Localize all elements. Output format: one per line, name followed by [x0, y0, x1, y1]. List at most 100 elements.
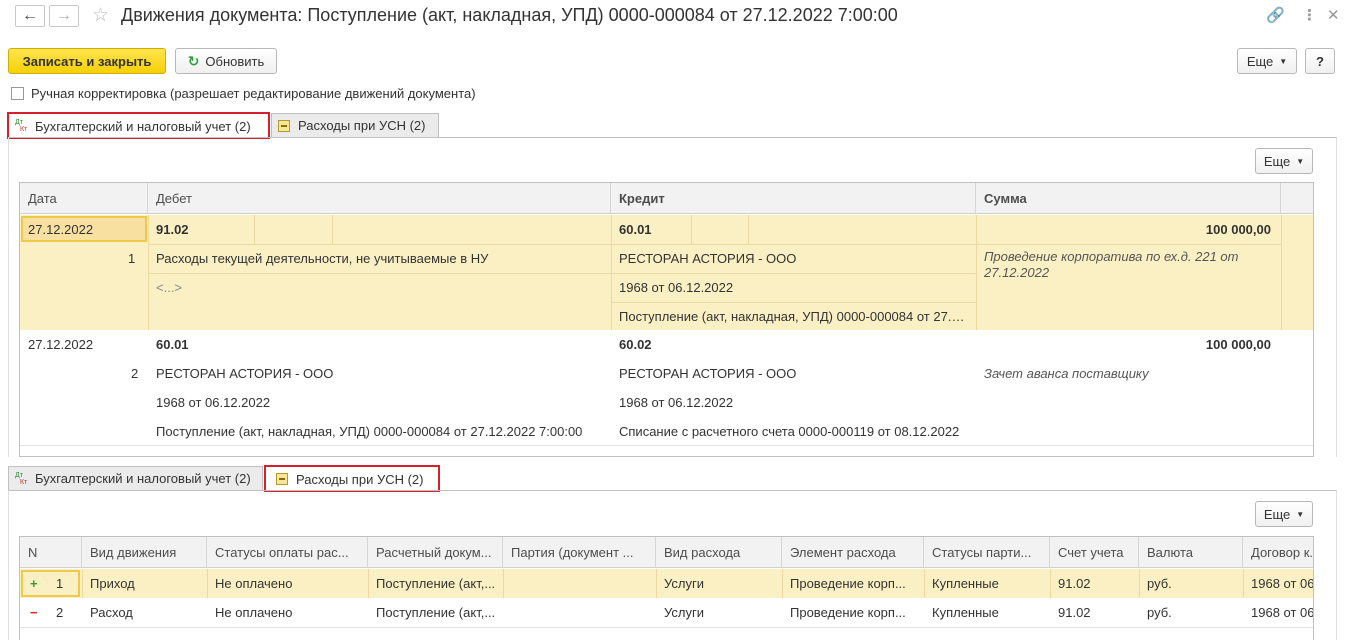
row1-credit-account: 60.01: [619, 222, 652, 237]
row1-debit-sub2: <...>: [156, 280, 183, 295]
usn-row2-contract: 1968 от 06: [1251, 605, 1314, 620]
usn-register-icon: [276, 473, 288, 485]
usn-row2-expense-type: Услуги: [664, 605, 704, 620]
title-bar: ← → ☆ Движения документа: Поступление (а…: [0, 0, 1346, 34]
row2-credit-sub1: РЕСТОРАН АСТОРИЯ - ООО: [619, 366, 797, 381]
tab-accounting[interactable]: Дт Кт Бухгалтерский и налоговый учет (2): [8, 466, 263, 490]
accounting-table[interactable]: Дата Дебет Кредит Сумма 27.12.2022 1 91.…: [19, 182, 1314, 457]
row1-credit-sub3: Поступление (акт, накладная, УПД) 0000-0…: [619, 309, 966, 324]
col-credit[interactable]: Кредит: [611, 183, 976, 214]
row1-debit-account: 91.02: [156, 222, 189, 237]
tab-bar-top: Дт Кт Бухгалтерский и налоговый учет (2) …: [7, 112, 441, 139]
arrow-left-icon: ←: [22, 7, 38, 24]
accounting-more-label: Еще: [1263, 153, 1291, 169]
tab-usn-expenses[interactable]: Расходы при УСН (2): [264, 465, 440, 492]
link-icon[interactable]: 🔗: [1266, 6, 1285, 24]
refresh-button[interactable]: ↻ Обновить: [175, 48, 277, 74]
more-button[interactable]: Еще ▼: [1237, 48, 1297, 74]
usn-row2-kind: Расход: [90, 605, 133, 620]
usn-row1-settlement-doc: Поступление (акт,...: [376, 576, 496, 591]
usn-row1-contract: 1968 от 06: [1251, 576, 1314, 591]
row2-date: 27.12.2022: [28, 337, 94, 352]
col-currency[interactable]: Валюта: [1139, 537, 1243, 568]
usn-row2-settlement-doc: Поступление (акт,...: [376, 605, 496, 620]
col-amount[interactable]: Сумма: [976, 183, 1281, 214]
help-button[interactable]: ?: [1305, 48, 1335, 74]
usn-row2-batch: [503, 598, 656, 627]
row1-content: Проведение корпоратива по ех.д. 221 от 2…: [984, 249, 1239, 280]
row1-date: 27.12.2022: [28, 222, 94, 237]
refresh-label: Обновить: [205, 53, 265, 69]
col-debit[interactable]: Дебет: [148, 183, 611, 214]
caret-down-icon: ▼: [1279, 56, 1288, 66]
usn-register-icon: [278, 119, 290, 132]
row1-number: 1: [128, 251, 136, 266]
accounting-more-button[interactable]: Еще ▼: [1255, 148, 1313, 174]
col-kind[interactable]: Вид движения: [82, 537, 207, 568]
usn-row2-account: 91.02: [1058, 605, 1091, 620]
usn-table[interactable]: N Вид движения Статусы оплаты рас... Рас…: [19, 536, 1314, 640]
row2-amount: 100 000,00: [1205, 337, 1271, 352]
caret-down-icon: ▼: [1296, 156, 1305, 166]
row2-number: 2: [131, 366, 139, 381]
usn-row1-expense-type: Услуги: [664, 576, 704, 591]
usn-row2-currency: руб.: [1147, 605, 1172, 620]
usn-more-label: Еще: [1263, 506, 1291, 522]
col-account[interactable]: Счет учета: [1050, 537, 1139, 568]
plus-icon: +: [30, 576, 38, 591]
row2-credit-sub2: 1968 от 06.12.2022: [619, 395, 734, 410]
tab-accounting[interactable]: Дт Кт Бухгалтерский и налоговый учет (2): [7, 112, 270, 139]
col-date[interactable]: Дата: [20, 183, 148, 214]
tab-accounting-label: Бухгалтерский и налоговый учет (2): [35, 471, 251, 486]
refresh-icon: ↻: [187, 52, 200, 69]
usn-row1-batch: [503, 569, 656, 598]
row2-content: Зачет аванса поставщику: [984, 366, 1149, 381]
usn-row2-batch-status: Купленные: [932, 605, 999, 620]
table-header: N Вид движения Статусы оплаты рас... Рас…: [20, 537, 1313, 568]
col-payment-status[interactable]: Статусы оплаты рас...: [207, 537, 368, 568]
row2-debit-sub2: 1968 от 06.12.2022: [156, 395, 271, 410]
col-batch[interactable]: Партия (документ ...: [503, 537, 656, 568]
arrow-right-icon: →: [56, 7, 72, 24]
row1-credit-sub2: 1968 от 06.12.2022: [619, 280, 734, 295]
manual-edit-row[interactable]: Ручная корректировка (разрешает редактир…: [11, 86, 476, 101]
col-n[interactable]: N: [20, 537, 82, 568]
usn-more-button[interactable]: Еще ▼: [1255, 501, 1313, 527]
usn-row1-expense-item: Проведение корп...: [790, 576, 906, 591]
tab-usn-expenses[interactable]: Расходы при УСН (2): [271, 113, 439, 137]
forward-button[interactable]: →: [49, 5, 79, 27]
caret-down-icon: ▼: [1296, 509, 1305, 519]
more-label: Еще: [1246, 53, 1274, 69]
row2-debit-account: 60.01: [156, 337, 189, 352]
table-header: Дата Дебет Кредит Сумма: [20, 183, 1313, 214]
usn-row1-payment-status: Не оплачено: [215, 576, 293, 591]
tab-accounting-label: Бухгалтерский и налоговый учет (2): [35, 118, 251, 134]
usn-row2-expense-item: Проведение корп...: [790, 605, 906, 620]
row1-debit-sub1: Расходы текущей деятельности, не учитыва…: [156, 251, 489, 266]
more-menu-icon[interactable]: ⋮: [1302, 6, 1317, 24]
col-expense-item[interactable]: Элемент расхода: [782, 537, 924, 568]
col-batch-status[interactable]: Статусы парти...: [924, 537, 1050, 568]
close-icon[interactable]: ✕: [1327, 6, 1340, 24]
save-and-close-button[interactable]: Записать и закрыть: [8, 48, 166, 74]
manual-edit-label: Ручная корректировка (разрешает редактир…: [31, 86, 476, 101]
col-expense-type[interactable]: Вид расхода: [656, 537, 782, 568]
row2-credit-sub3: Списание с расчетного счета 0000-000119 …: [619, 424, 960, 439]
usn-row2-n: 2: [56, 605, 64, 620]
tab-usn-label: Расходы при УСН (2): [298, 118, 426, 133]
minus-icon: −: [30, 605, 38, 620]
manual-edit-checkbox[interactable]: [11, 87, 24, 100]
usn-row2-payment-status: Не оплачено: [215, 605, 293, 620]
row2-credit-account: 60.02: [619, 337, 652, 352]
tab-bar-bottom: Дт Кт Бухгалтерский и налоговый учет (2) …: [8, 465, 441, 492]
usn-row1-currency: руб.: [1147, 576, 1172, 591]
col-contract[interactable]: Договор к...: [1243, 537, 1313, 568]
back-button[interactable]: ←: [15, 5, 45, 27]
usn-row1-n: 1: [56, 576, 64, 591]
col-settlement-doc[interactable]: Расчетный докум...: [368, 537, 503, 568]
row1-credit-sub1: РЕСТОРАН АСТОРИЯ - ООО: [619, 251, 797, 266]
row2-debit-sub1: РЕСТОРАН АСТОРИЯ - ООО: [156, 366, 334, 381]
favorite-star-icon[interactable]: ☆: [92, 4, 109, 27]
window-title: Движения документа: Поступление (акт, на…: [121, 5, 898, 25]
row2-debit-sub3: Поступление (акт, накладная, УПД) 0000-0…: [156, 424, 583, 439]
